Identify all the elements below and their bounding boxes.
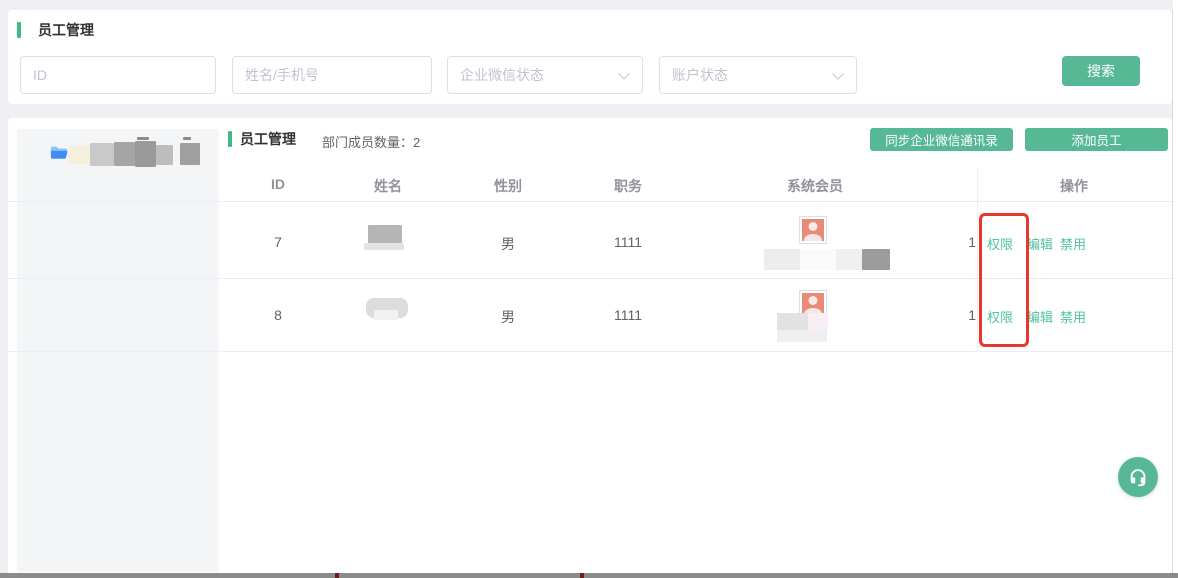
window-bottom-edge xyxy=(580,573,584,578)
redacted-text xyxy=(180,143,200,165)
redacted-text xyxy=(764,249,800,270)
folder-icon xyxy=(50,145,68,165)
headset-icon xyxy=(1127,466,1149,488)
disable-link[interactable]: 禁用 xyxy=(1060,307,1086,326)
divider xyxy=(8,278,1172,279)
col-header-actions: 操作 xyxy=(1060,176,1088,196)
window-bottom-edge xyxy=(335,573,339,578)
panel-title-accent-bar xyxy=(228,131,232,147)
cell-id: 8 xyxy=(274,307,282,323)
cell-clipped-value: 1 xyxy=(964,234,976,250)
redacted-text xyxy=(808,313,828,330)
divider xyxy=(8,201,1172,202)
col-header-job: 职务 xyxy=(614,176,642,196)
scrollbar-track[interactable] xyxy=(1173,0,1178,573)
window-bottom-edge xyxy=(0,573,1178,578)
redacted-name xyxy=(374,310,398,320)
redacted-text xyxy=(862,249,890,270)
panel-title: 员工管理 xyxy=(240,131,296,147)
redacted-text xyxy=(800,249,836,270)
disable-link[interactable]: 禁用 xyxy=(1060,234,1086,253)
filter-panel: 员工管理 搜索 xyxy=(8,10,1172,104)
account-status-select[interactable] xyxy=(659,56,857,94)
edit-link[interactable]: 编辑 xyxy=(1027,234,1053,253)
redacted-text xyxy=(777,313,808,330)
customer-service-button[interactable] xyxy=(1118,457,1158,497)
fixed-column-divider xyxy=(977,168,978,352)
cell-clipped-value: 1 xyxy=(964,307,976,323)
divider xyxy=(1172,10,1173,573)
cell-job: 1111 xyxy=(614,234,642,250)
account-status-select-value[interactable] xyxy=(659,56,857,94)
avatar-silhouette xyxy=(802,293,824,315)
page-title: 员工管理 xyxy=(38,22,94,38)
redacted-text xyxy=(135,141,156,167)
col-header-member: 系统会员 xyxy=(787,176,843,196)
redacted-text xyxy=(156,145,173,165)
id-input[interactable] xyxy=(20,56,216,94)
member-panel: 员工管理 部门成员数量：2 同步企业微信通讯录 添加员工 ID 姓名 性别 职务… xyxy=(8,118,1172,574)
cell-gender: 男 xyxy=(501,307,515,327)
permission-link[interactable]: 权限 xyxy=(987,234,1013,253)
divider xyxy=(8,351,1172,352)
redacted-text xyxy=(777,330,827,342)
edit-link[interactable]: 编辑 xyxy=(1027,307,1053,326)
redacted-name xyxy=(364,243,404,250)
cell-id: 7 xyxy=(274,234,282,250)
title-accent-bar xyxy=(17,22,21,38)
wechat-status-select[interactable] xyxy=(447,56,643,94)
permission-link[interactable]: 权限 xyxy=(987,307,1013,326)
redacted-text xyxy=(183,137,191,140)
redacted-text xyxy=(90,143,114,166)
cell-gender: 男 xyxy=(501,234,515,254)
cell-job: 1111 xyxy=(614,307,642,323)
col-header-name: 姓名 xyxy=(374,176,402,196)
col-header-id: ID xyxy=(271,176,285,192)
name-phone-input[interactable] xyxy=(232,56,432,94)
member-count-label: 部门成员数量：2 xyxy=(322,132,420,151)
avatar-silhouette xyxy=(802,219,824,241)
member-avatar[interactable] xyxy=(799,216,827,244)
redacted-text xyxy=(68,146,90,164)
redacted-text xyxy=(137,137,149,140)
redacted-text xyxy=(114,142,135,166)
sync-wechat-contacts-button[interactable]: 同步企业微信通讯录 xyxy=(870,128,1013,151)
wechat-status-select-value[interactable] xyxy=(447,56,643,94)
employee-management-page: 员工管理 搜索 xyxy=(0,0,1178,578)
redacted-text xyxy=(836,249,862,270)
search-button[interactable]: 搜索 xyxy=(1062,56,1140,86)
col-header-gender: 性别 xyxy=(494,176,522,196)
add-employee-button[interactable]: 添加员工 xyxy=(1025,128,1168,151)
